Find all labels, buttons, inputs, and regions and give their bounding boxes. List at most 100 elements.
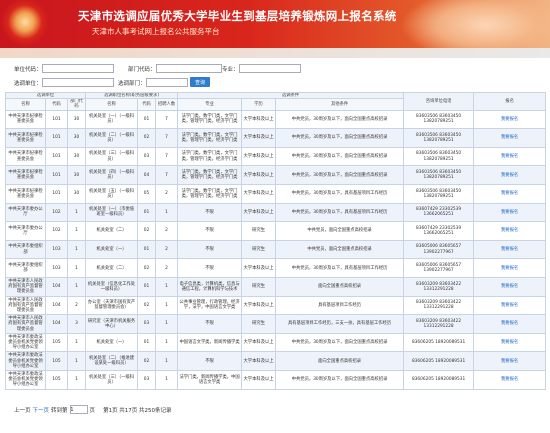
table-row: 中共天津市委政法委员会机关党委领导小组办公室 105 1 机关处室（二）（推进建设某处… (5, 351, 547, 371)
unit-name-cell: 中共天津市委组织部 (5, 258, 46, 278)
unit-name-cell: 中共天津市纪律检查委员会 (5, 183, 46, 204)
header-major: 专业 (177, 98, 243, 111)
table-row: 中共天津市委办公厅 102 1 机关处室（一）（市委值班室一级科员） 01 1 不限 大学本科… (5, 202, 547, 223)
position-code-cell: 05 (137, 183, 157, 204)
next-page-link[interactable]: 下一页 (33, 406, 50, 414)
other-conditions-cell: 中共党员，面向全国重点高校招录 (275, 221, 405, 241)
contact-cell: 83606205 18920089531 (403, 351, 475, 371)
signup-link[interactable]: 我要报名 (473, 165, 547, 185)
dept-code-cell: 1 (66, 221, 87, 241)
banner-decoration (400, 0, 550, 48)
contact-cell: 83606205 18920089531 (403, 332, 475, 353)
position-code-cell: 02 (137, 295, 157, 316)
signup-link[interactable]: 我要报名 (473, 221, 547, 241)
major-cell: 法学门类，新闻传播学类，中国语言文学类 (177, 369, 243, 390)
signup-link[interactable]: 我要报名 (473, 314, 547, 334)
unit-name-cell: 中共天津市纪律检查委员会 (5, 165, 46, 185)
header-action: 报名 (473, 92, 547, 111)
dept-code-input[interactable] (155, 64, 222, 73)
major-cell: 不限 (177, 202, 243, 223)
dept-code-cell: 1 (66, 332, 87, 353)
signup-link[interactable]: 我要报名 (473, 128, 547, 148)
unit-code-cell: 103 (45, 258, 68, 278)
header-education: 学历 (241, 98, 277, 111)
position-code-cell: 03 (137, 369, 157, 390)
position-code-cell: 01 (137, 332, 157, 353)
dept-name-input[interactable] (145, 78, 188, 87)
query-button[interactable]: 查询 (190, 77, 210, 87)
quota-cell: 2 (155, 183, 179, 204)
major-cell: 不限 (177, 221, 243, 241)
quota-cell: 1 (155, 276, 179, 297)
other-conditions-cell: 具有基层项目工作经历 (275, 295, 405, 316)
unit-code-cell: 104 (45, 295, 68, 316)
dept-code-cell: 30 (66, 146, 87, 167)
contact-cell: 83603506 83603450 13820789251 (403, 146, 475, 167)
quota-cell: 1 (155, 295, 179, 316)
signup-link[interactable]: 我要报名 (473, 351, 547, 371)
dept-code-cell: 30 (66, 183, 87, 204)
signup-link[interactable]: 我要报名 (473, 258, 547, 278)
other-conditions-cell: 中共党员，30周岁及以下，具有基层项目工作经历 (275, 202, 405, 223)
dept-code-cell: 1 (66, 258, 87, 278)
unit-code-filter: 单位代码： (14, 64, 114, 73)
other-conditions-cell: 面向全国重点高校招录 (275, 276, 405, 297)
signup-link[interactable]: 我要报名 (473, 276, 547, 297)
page-number-input[interactable] (69, 405, 88, 414)
contact-cell: 83603506 83603450 13820789251 (403, 183, 475, 204)
logo-swirl-icon (0, 0, 60, 48)
unit-name-filter: 选调单位： (14, 78, 114, 87)
position-name-cell: 机关处室（二）（一级科员） (85, 128, 139, 148)
education-cell: 研究生 (241, 239, 277, 260)
other-conditions-cell: 中共党员，30周岁及以下，面向全国重点高校招录 (275, 146, 405, 167)
signup-link[interactable]: 我要报名 (473, 109, 547, 130)
unit-name-input[interactable] (41, 78, 114, 87)
table-row: 中共天津市纪律检查委员会 101 30 机关处室（二）（一级科员） 02 7 法学门类，数学… (5, 128, 547, 148)
major-cell: 电子信息类，计算机类，信息与通信工程，计算机科学与技术 (177, 276, 243, 297)
quota-cell: 7 (155, 109, 179, 130)
signup-link[interactable]: 我要报名 (473, 146, 547, 167)
education-cell: 大学本科及以上 (241, 332, 277, 353)
table-row: 中共天津市委办公厅 102 1 机关处室（二） 02 2 不限 研究生 中共党员，面向全国重点高… (5, 221, 547, 241)
position-name-cell: 办公室（天津市国有资产监督管理委员会） (85, 295, 139, 316)
dept-name-label: 选调部门： (118, 80, 146, 87)
other-conditions-cell: 具有基层项目工作经历，三支一扶，具有基层工作经历 (275, 314, 405, 334)
major-input[interactable] (238, 64, 301, 73)
unit-name-cell: 中共天津市人民政府国有资产监督管理委员会 (5, 276, 46, 297)
unit-code-cell: 101 (45, 146, 68, 167)
unit-name-cell: 中共天津市人民政府国有资产监督管理委员会 (5, 295, 46, 316)
contact-cell: 83607429 23302539 13662065251 (403, 202, 475, 223)
quota-cell: 2 (155, 239, 179, 260)
signup-link[interactable]: 我要报名 (473, 183, 547, 204)
signup-link[interactable]: 我要报名 (473, 332, 547, 353)
position-code-cell: 01 (137, 239, 157, 260)
unit-code-input[interactable] (41, 64, 114, 73)
dept-code-cell: 1 (66, 276, 87, 297)
major-cell: 中国语言文学类，新闻传播学类 (177, 332, 243, 353)
education-cell: 大学本科及以上 (241, 183, 277, 204)
position-code-cell: 01 (137, 202, 157, 223)
quota-cell: 1 (155, 202, 179, 223)
education-cell: 大学本科及以上 (241, 351, 277, 371)
signup-link[interactable]: 我要报名 (473, 239, 547, 260)
dept-name-filter: 选调部门： (118, 78, 188, 87)
header-banner: 天津市选调应届优秀大学毕业生到基层培养锻炼网上报名系统 天津市人事考试网上报名公… (0, 0, 550, 48)
education-cell: 研究生 (241, 276, 277, 297)
signup-link[interactable]: 我要报名 (473, 295, 547, 316)
unit-code-cell: 101 (45, 128, 68, 148)
prev-page-link[interactable]: 上一页 (14, 406, 31, 414)
page-unit-label: 页 (89, 407, 96, 414)
unit-name-cell: 中共天津市委政法委员会机关党委领导小组办公室 (5, 332, 46, 353)
dept-code-cell: 2 (66, 295, 87, 316)
position-name-cell: 机关处室（四）（一级科员） (85, 165, 139, 185)
unit-code-cell: 105 (45, 332, 68, 353)
signup-link[interactable]: 我要报名 (473, 202, 547, 223)
unit-code-cell: 105 (45, 369, 68, 390)
table-row: 中共天津市人民政府国有资产监督管理委员会 104 1 机关处室（信息化工作处一级科员）… (5, 276, 547, 297)
position-name-cell: 机关处室（五）（一级科员） (85, 183, 139, 204)
signup-link[interactable]: 我要报名 (473, 369, 547, 390)
dept-code-label: 部门代码： (128, 66, 156, 73)
dept-code-cell: 1 (66, 351, 87, 371)
education-cell: 大学本科及以上 (241, 258, 277, 278)
pagination: 上一页 下一页 转到第 页 第1页 共17页 共250条记录 (14, 405, 172, 414)
